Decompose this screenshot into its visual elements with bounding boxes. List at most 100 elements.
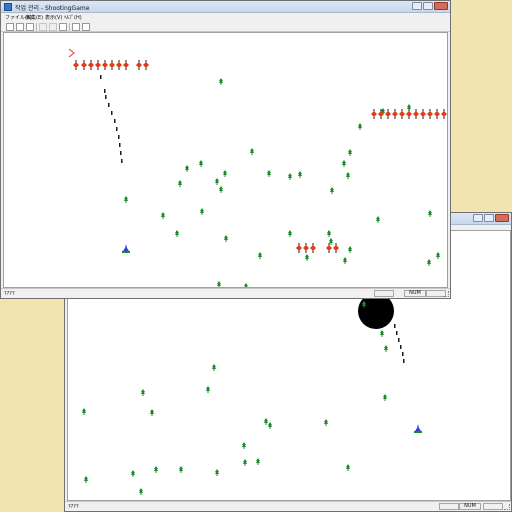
tree-sprite	[185, 165, 189, 172]
enemy-sprite	[73, 60, 79, 70]
bullet-trail	[116, 127, 118, 131]
minimize-button[interactable]	[473, 214, 483, 222]
tree-sprite	[199, 160, 203, 167]
num-lock-indicator: NUM	[404, 290, 426, 297]
enemy-sprite	[441, 109, 447, 119]
tree-sprite	[298, 171, 302, 178]
toolbar	[1, 22, 450, 32]
copy-icon[interactable]	[49, 23, 57, 31]
player-ship-sprite	[122, 244, 130, 253]
enemy-sprite	[68, 48, 75, 58]
minimize-button[interactable]	[412, 2, 422, 10]
toolbar-separator	[36, 23, 37, 31]
resize-grip[interactable]	[504, 504, 510, 510]
tree-sprite	[139, 488, 143, 495]
tree-sprite	[376, 216, 380, 223]
enemy-sprite	[102, 60, 108, 70]
bullet-trail	[114, 119, 116, 123]
tree-sprite	[329, 238, 333, 245]
bullet-trail	[105, 95, 107, 99]
cut-icon[interactable]	[39, 23, 47, 31]
close-button[interactable]	[434, 2, 448, 10]
app-icon	[4, 3, 12, 11]
enemy-sprite	[420, 109, 426, 119]
close-button[interactable]	[495, 214, 509, 222]
enemy-sprite	[88, 60, 94, 70]
help-icon[interactable]	[82, 23, 90, 31]
enemy-sprite	[303, 243, 309, 253]
enemy-sprite	[310, 243, 316, 253]
bullet-trail	[396, 331, 398, 335]
enemy-sprite	[399, 109, 405, 119]
tree-sprite	[358, 123, 362, 130]
tree-sprite	[264, 418, 268, 425]
tree-sprite	[178, 180, 182, 187]
menu-edit[interactable]: 編集(E)	[26, 14, 43, 21]
print-icon[interactable]	[72, 23, 80, 31]
status-pane	[483, 503, 503, 510]
status-pane	[439, 503, 459, 510]
tree-sprite	[327, 230, 331, 237]
tree-sprite	[324, 419, 328, 426]
bullet-trail	[121, 159, 123, 163]
maximize-button[interactable]	[423, 2, 433, 10]
bullet-trail	[398, 338, 400, 342]
bullet-trail	[118, 135, 120, 139]
maximize-button[interactable]	[484, 214, 494, 222]
enemy-sprite	[136, 60, 142, 70]
enemy-sprite	[143, 60, 149, 70]
enemy-sprite	[109, 60, 115, 70]
bullet-trail	[100, 75, 102, 79]
new-file-icon[interactable]	[6, 23, 14, 31]
tree-sprite	[428, 210, 432, 217]
status-text: ????	[68, 504, 79, 510]
tree-sprite	[330, 187, 334, 194]
tree-sprite	[219, 78, 223, 85]
menu-bar: ファイル(F) 編集(E) 表示(V) ﾍﾙﾌﾟ(H)	[1, 13, 450, 22]
tree-sprite	[436, 252, 440, 259]
open-folder-icon[interactable]	[16, 23, 24, 31]
enemy-sprite	[413, 109, 419, 119]
bullet-trail	[119, 143, 121, 147]
enemy-sprite	[371, 109, 377, 119]
tree-sprite	[288, 173, 292, 180]
bullet-trail	[108, 103, 110, 107]
tree-sprite	[305, 254, 309, 261]
num-lock-indicator: NUM	[459, 503, 481, 510]
tree-sprite	[427, 259, 431, 266]
game-canvas[interactable]	[3, 32, 448, 288]
enemy-sprite	[81, 60, 87, 70]
tree-sprite	[150, 409, 154, 416]
tree-sprite	[219, 186, 223, 193]
bullet-trail	[104, 89, 106, 93]
player-ship-sprite	[414, 424, 422, 433]
tree-sprite	[268, 422, 272, 429]
bullet-trail	[394, 324, 396, 328]
tree-sprite	[267, 170, 271, 177]
tree-sprite	[82, 408, 86, 415]
tree-sprite	[288, 230, 292, 237]
menu-view[interactable]: 表示(V)	[45, 14, 62, 21]
tree-sprite	[141, 389, 145, 396]
status-pane	[374, 290, 394, 297]
bullet-trail	[400, 345, 402, 349]
tree-sprite	[242, 442, 246, 449]
enemy-sprite	[385, 109, 391, 119]
tree-sprite	[250, 148, 254, 155]
paste-icon[interactable]	[59, 23, 67, 31]
enemy-sprite	[392, 109, 398, 119]
tree-sprite	[217, 281, 221, 287]
tree-sprite	[383, 394, 387, 401]
status-bar: ???? NUM	[65, 501, 511, 511]
status-bar: ???? NUM	[1, 288, 450, 298]
tree-sprite	[346, 464, 350, 471]
save-icon[interactable]	[26, 23, 34, 31]
tree-sprite	[343, 257, 347, 264]
enemy-sprite	[406, 109, 412, 119]
resize-grip[interactable]	[443, 291, 449, 297]
title-bar[interactable]: 작업 관리 - ShootingGame	[1, 1, 450, 13]
status-text: ????	[4, 291, 15, 297]
tree-sprite	[256, 458, 260, 465]
window-title: 작업 관리 - ShootingGame	[15, 5, 90, 12]
menu-help[interactable]: ﾍﾙﾌﾟ(H)	[64, 14, 82, 21]
